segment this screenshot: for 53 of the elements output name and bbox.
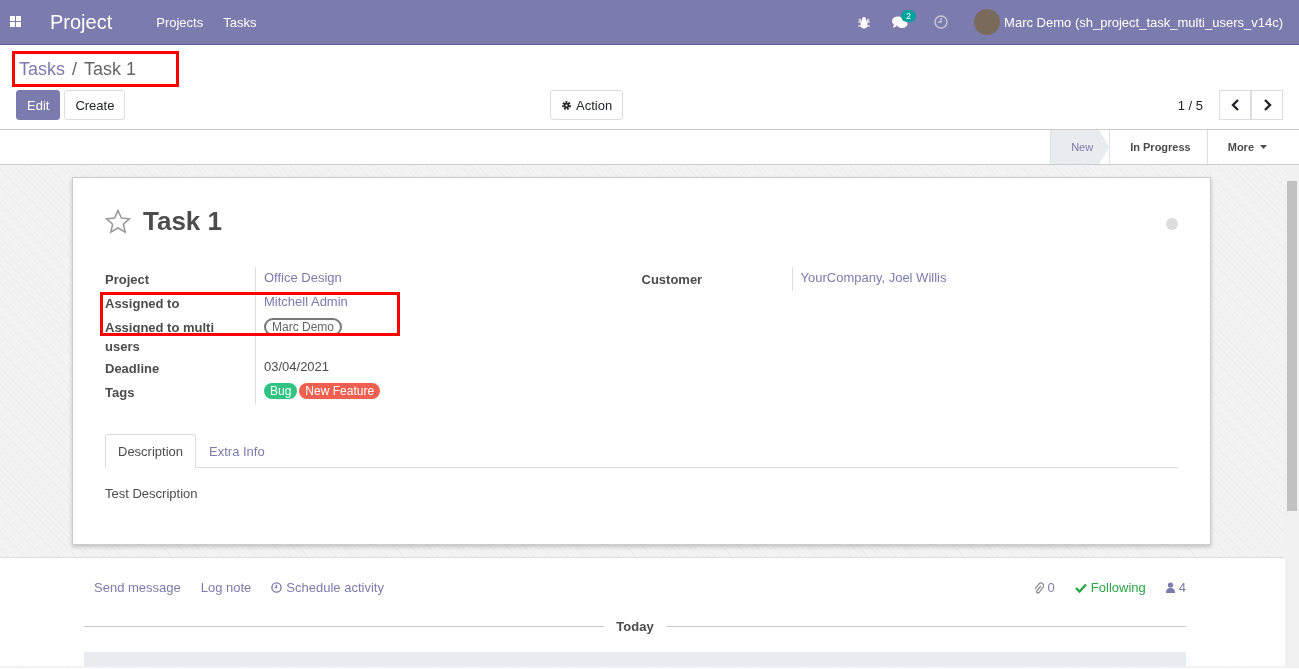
field-label: Deadline — [105, 360, 161, 378]
tag: Bug — [264, 383, 298, 399]
paperclip-icon — [1033, 581, 1044, 594]
status-dot[interactable] — [1166, 218, 1178, 230]
clock-icon — [271, 582, 283, 593]
user-menu[interactable]: Marc Demo (sh_project_task_multi_users_v14c) — [1004, 14, 1283, 30]
breadcrumb-link[interactable]: Tasks — [19, 58, 65, 80]
person-icon — [1165, 582, 1175, 593]
date-separator: Today — [616, 619, 654, 634]
pager-counter: 1 / 5 — [1177, 97, 1203, 113]
field-value: 03/04/2021 — [264, 359, 330, 374]
gear-icon — [561, 99, 572, 111]
apps-icon[interactable] — [10, 16, 22, 28]
field-label: Project — [105, 271, 151, 289]
field-label: Customer — [641, 271, 704, 289]
chevron-left-icon — [1230, 99, 1240, 111]
action-button[interactable]: Action — [550, 90, 624, 120]
stage-button[interactable]: New — [1050, 130, 1110, 164]
clock-icon[interactable] — [934, 15, 949, 29]
menu-item[interactable]: Projects — [156, 14, 204, 30]
user-tag: Marc Demo — [264, 318, 342, 336]
tag: New Feature — [299, 383, 381, 399]
field-label: Assigned to — [105, 295, 181, 313]
tab[interactable]: Description — [105, 434, 197, 468]
field-link[interactable]: YourCompany, Joel Willis — [800, 270, 947, 285]
bug-icon[interactable] — [858, 15, 871, 29]
create-button[interactable]: Create — [64, 90, 126, 120]
field-link[interactable]: Office Design — [264, 270, 342, 285]
followers-button[interactable]: 4 — [1165, 580, 1186, 595]
log-note-link[interactable]: Log note — [200, 580, 252, 595]
breadcrumb-current: Task 1 — [84, 58, 137, 80]
tab[interactable]: Extra Info — [196, 434, 278, 468]
field-label: Assigned to multi users — [105, 319, 216, 356]
send-message-link[interactable]: Send message — [94, 580, 181, 595]
notification-badge: 2 — [901, 9, 917, 22]
task-title: Task 1 — [143, 206, 222, 237]
field-label: Tags — [105, 384, 136, 402]
previous-button[interactable] — [1219, 90, 1251, 120]
star-icon[interactable] — [105, 209, 131, 234]
next-button[interactable] — [1251, 90, 1283, 120]
attachments-button[interactable]: 0 — [1033, 580, 1055, 595]
caret-icon — [1260, 145, 1267, 149]
field-link[interactable]: Mitchell Admin — [264, 294, 348, 309]
scrollbar[interactable] — [1285, 165, 1299, 668]
check-icon — [1074, 582, 1087, 593]
chevron-right-icon — [1262, 99, 1272, 111]
following-button[interactable]: Following — [1074, 580, 1146, 595]
menu-item[interactable]: Tasks — [223, 14, 257, 30]
schedule-activity-link[interactable]: Schedule activity — [271, 580, 384, 595]
breadcrumb-separator: / — [72, 58, 78, 80]
description-text: Test Description — [105, 486, 199, 501]
app-title: Project — [49, 10, 113, 34]
edit-button[interactable]: Edit — [16, 90, 61, 120]
